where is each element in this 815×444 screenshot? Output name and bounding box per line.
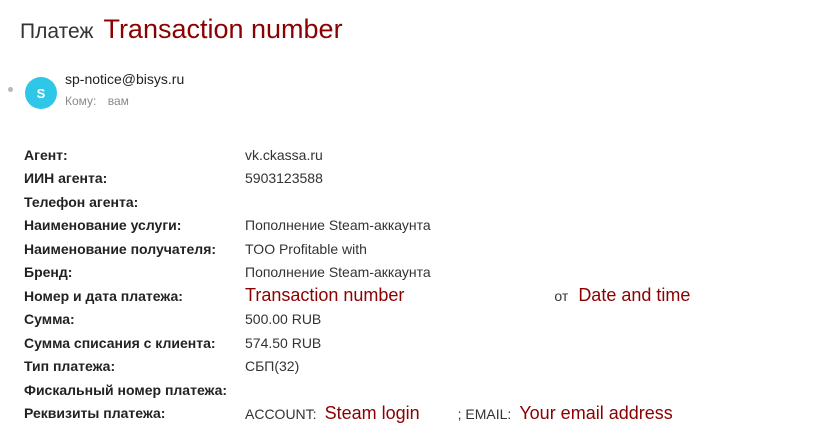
detail-row-amount-charged: Сумма списания с клиента: 574.50 RUB [24, 331, 690, 355]
detail-label: Фискальный номер платежа: [24, 381, 228, 398]
detail-label: Агент: [24, 146, 68, 163]
detail-value: Пополнение Steam-аккаунта [245, 264, 431, 281]
detail-label: Наименование получателя: [24, 240, 217, 257]
detail-value: Пополнение Steam-аккаунта [245, 217, 431, 234]
email-subject: Платеж Transaction number [20, 14, 343, 45]
detail-row-requisites: Реквизиты платежа: ACCOUNT: Steam login ; … [24, 402, 690, 426]
detail-value [245, 378, 690, 402]
detail-label: Реквизиты платежа: [24, 405, 166, 422]
email-prefix: ; EMAIL: [457, 405, 512, 422]
subject-title: Платеж [20, 20, 94, 43]
sender-email[interactable]: sp-notice@bisys.ru [65, 71, 184, 87]
detail-value: ACCOUNT: Steam login ; EMAIL: Your email ad… [245, 402, 690, 426]
detail-value: TOO Profitable with [245, 240, 367, 257]
detail-value: 500.00 RUB [245, 311, 322, 328]
detail-row-brand: Бренд: Пополнение Steam-аккаунта [24, 261, 690, 285]
transaction-number-annotation: Transaction number [245, 285, 405, 306]
detail-row-service-name: Наименование услуги: Пополнение Steam-ак… [24, 214, 690, 238]
subject-annotation: Transaction number [103, 14, 343, 44]
detail-label: ИИН агента: [24, 170, 108, 187]
detail-value: vk.ckassa.ru [245, 146, 323, 163]
detail-label: Номер и дата платежа: [24, 287, 183, 304]
detail-label: Бренд: [24, 264, 73, 281]
steam-login-annotation: Steam login [324, 402, 420, 423]
detail-label: Сумма списания с клиента: [24, 334, 216, 351]
detail-row-amount: Сумма: 500.00 RUB [24, 308, 690, 332]
detail-row-agent: Агент: vk.ckassa.ru [24, 143, 690, 167]
detail-label: Наименование услуги: [24, 217, 182, 234]
detail-row-agent-iin: ИИН агента: 5903123588 [24, 167, 690, 191]
detail-label: Тип платежа: [24, 358, 116, 375]
detail-value: 574.50 RUB [245, 334, 322, 351]
detail-value: 5903123588 [245, 170, 323, 187]
detail-label: Сумма: [24, 311, 75, 328]
detail-row-payment-number-date: Номер и дата платежа: Transaction number… [24, 284, 690, 308]
detail-row-agent-phone: Телефон агента: [24, 190, 690, 214]
detail-row-fiscal-number: Фискальный номер платежа: [24, 378, 690, 402]
to-label: Кому: [65, 94, 97, 108]
recipient-line: Кому: вам [65, 94, 129, 108]
detail-value: Transaction number от Date and time [245, 284, 690, 308]
detail-label: Телефон агента: [24, 193, 139, 210]
avatar[interactable]: S [25, 77, 57, 109]
date-connector: от [554, 288, 569, 305]
detail-row-recipient-name: Наименование получателя: TOO Profitable … [24, 237, 690, 261]
payment-details-table: Агент: vk.ckassa.ru ИИН агента: 59031235… [24, 143, 690, 425]
unread-dot [8, 87, 13, 92]
detail-value [245, 190, 690, 214]
to-value[interactable]: вам [108, 94, 129, 108]
detail-value: СБП(32) [245, 358, 300, 375]
detail-row-payment-type: Тип платежа: СБП(32) [24, 355, 690, 379]
account-prefix: ACCOUNT: [245, 405, 317, 422]
date-time-annotation: Date and time [578, 285, 691, 306]
email-address-annotation: Your email address [519, 402, 673, 423]
